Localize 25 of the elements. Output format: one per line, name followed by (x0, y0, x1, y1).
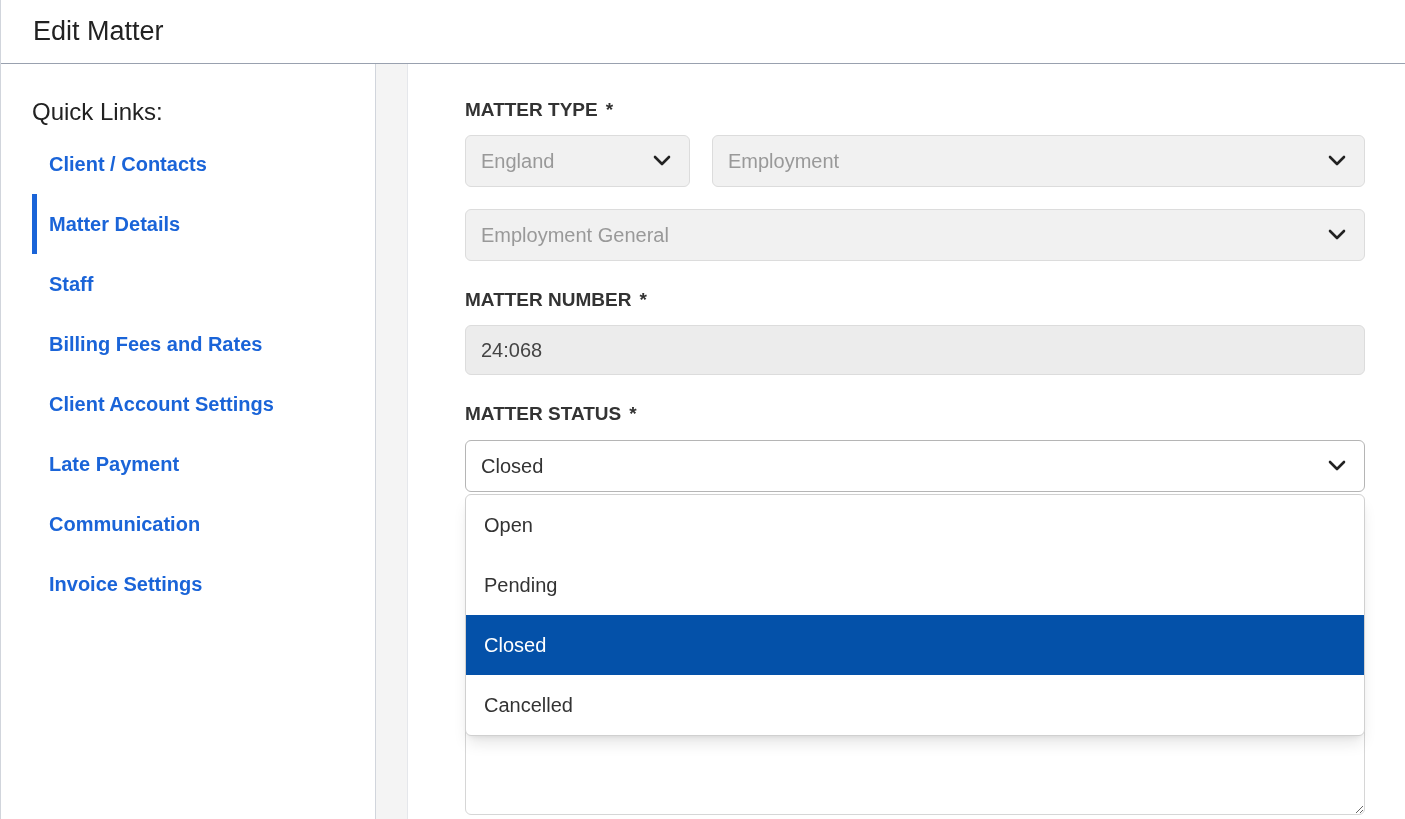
sidebar-heading: Quick Links: (32, 97, 164, 127)
sidebar-link[interactable]: Staff (32, 254, 375, 314)
required-asterisk: * (605, 98, 614, 122)
required-asterisk: * (629, 402, 637, 426)
chevron-down-icon (1328, 460, 1346, 471)
sidebar-link[interactable]: Late Payment (32, 434, 375, 494)
dropdown-option[interactable]: Closed (466, 614, 1364, 675)
dropdown-option[interactable]: Pending (466, 554, 1364, 615)
page-title: Edit Matter (33, 15, 164, 49)
sidebar-link[interactable]: Client Account Settings (32, 374, 375, 434)
select-field[interactable]: Closed (465, 439, 1365, 492)
chevron-down-icon (1328, 155, 1346, 166)
required-asterisk: * (639, 287, 647, 312)
chevron-down-icon (1328, 229, 1346, 240)
sidebar-link[interactable]: Client / Contacts (32, 134, 375, 194)
chevron-down-icon (653, 155, 671, 166)
dropdown-option[interactable]: Open (466, 494, 1364, 555)
dropdown-option[interactable]: Cancelled (466, 674, 1364, 735)
field-label: MATTER NUMBER (465, 287, 632, 312)
sidebar-link[interactable]: Communication (32, 494, 375, 554)
field-label: MATTER TYPE (465, 98, 598, 122)
sidebar-link[interactable]: Invoice Settings (32, 554, 375, 614)
sidebar-link[interactable]: Billing Fees and Rates (32, 314, 375, 374)
matter-number-field[interactable]: 24:068 (465, 325, 1365, 375)
field-label: MATTER STATUS (465, 402, 622, 426)
